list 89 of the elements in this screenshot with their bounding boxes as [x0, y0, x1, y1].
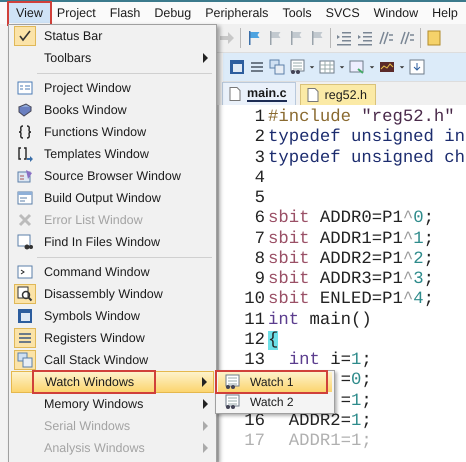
code-line: typedef unsigned in [268, 128, 466, 148]
menu-item[interactable]: Status Bar [11, 25, 214, 47]
indent-icon[interactable] [336, 30, 352, 46]
line-number: 2 [254, 128, 265, 148]
browser-icon [17, 168, 33, 184]
menu-item[interactable]: Watch 1 [218, 372, 332, 392]
window-icon[interactable] [229, 59, 245, 75]
grid-window-icon [224, 394, 240, 410]
code-line: sbit ADDR3=P1^3; [268, 270, 434, 290]
grid-window-icon[interactable] [289, 59, 305, 75]
line-number: 5 [254, 189, 265, 208]
flag-icon[interactable] [288, 30, 304, 46]
menu-item[interactable]: Books Window [11, 99, 214, 121]
file-icon [306, 88, 319, 102]
menu-item[interactable]: Memory Windows [11, 393, 214, 415]
menu-item[interactable]: Call Stack Window [11, 349, 214, 371]
line-number: 8 [254, 250, 265, 269]
menu[interactable]: Project [50, 3, 103, 23]
menu[interactable]: View [9, 3, 50, 23]
line-number: 6 [254, 209, 265, 228]
code-line: =1; [340, 392, 372, 412]
book-icon [17, 102, 33, 118]
comment-icon[interactable] [399, 30, 415, 46]
download-icon[interactable] [409, 59, 425, 75]
flag-icon[interactable] [309, 30, 325, 46]
menu-item[interactable]: Watch Windows [11, 371, 214, 393]
menu[interactable]: Flash [102, 3, 148, 23]
menu-item[interactable]: Source Browser Window [11, 165, 214, 187]
list-icon[interactable] [249, 59, 265, 75]
code-line: int i=1; [288, 351, 372, 372]
comment-icon[interactable] [378, 30, 394, 46]
menu-item[interactable]: Registers Window [11, 327, 214, 349]
tab[interactable]: reg52.h [300, 84, 376, 105]
line-number: 17 [244, 432, 265, 451]
flag-icon[interactable] [246, 30, 262, 46]
table-icon[interactable] [319, 59, 335, 75]
braces-icon [17, 124, 33, 140]
menu[interactable]: Peripherals [198, 3, 276, 23]
menu-item[interactable]: Command Window [11, 261, 214, 283]
indent-icon[interactable] [357, 30, 373, 46]
line-number: 7 [254, 230, 265, 248]
code-line: sbit ADDR0=P1^0; [268, 209, 434, 230]
menu-item[interactable]: Find In Files Window [11, 231, 214, 253]
menu-item[interactable]: Toolbars [11, 47, 214, 69]
windows-icon[interactable] [269, 59, 285, 75]
menu-item[interactable]: Templates Window [11, 143, 214, 165]
line-number: 10 [244, 290, 265, 310]
cross-icon [17, 212, 33, 228]
binoculars-icon [17, 234, 33, 250]
code-line: #include "reg52.h" [268, 108, 455, 128]
line-number: 3 [254, 148, 265, 168]
line-number: 4 [254, 168, 265, 188]
flag-icon[interactable] [267, 30, 283, 46]
code-line: ADDR2=1; [288, 412, 372, 432]
document-icon[interactable] [426, 30, 442, 46]
brackets-icon [17, 146, 33, 162]
line-number: 9 [254, 270, 265, 289]
menu-item[interactable]: Project Window [11, 77, 214, 99]
code-line: int main() [268, 310, 372, 331]
tab[interactable]: main.c [222, 82, 296, 105]
line-number: 13 [244, 351, 265, 370]
code-line: typedef unsigned ch [268, 148, 466, 169]
line-number: 1 [254, 108, 265, 127]
output-window-icon [17, 190, 33, 206]
menu[interactable]: Debug [147, 3, 198, 23]
line-number: 12 [244, 330, 265, 350]
menu-item[interactable]: Watch 2 [218, 392, 332, 412]
code-line: sbit ADDR1=P1^1; [268, 230, 434, 250]
menu-item[interactable]: Symbols Window [11, 305, 214, 327]
menu-item[interactable]: Disassembly Window [11, 283, 214, 305]
menu-item[interactable]: Build Output Window [11, 187, 214, 209]
window-icon [17, 80, 33, 96]
menu[interactable]: SVCS [318, 3, 367, 23]
menu[interactable]: Help [425, 3, 465, 23]
menu-item[interactable]: Functions Window [11, 121, 214, 143]
code-line: ADDR1=1; [288, 432, 372, 452]
line-number: 11 [244, 310, 265, 330]
window-icon [17, 308, 33, 324]
terminal-icon[interactable] [349, 59, 365, 75]
terminal-icon [17, 264, 33, 280]
code-line: sbit ADDR2=P1^2; [268, 250, 434, 270]
menu[interactable]: Window [366, 3, 426, 23]
code-line: sbit ENLED=P1^4; [268, 290, 434, 310]
file-icon [229, 87, 241, 101]
chart-icon[interactable] [379, 59, 395, 75]
line-number: 16 [244, 412, 265, 431]
grid-window-icon [224, 374, 240, 390]
code-line: =0; [340, 371, 372, 392]
menu[interactable]: Tools [275, 3, 319, 23]
